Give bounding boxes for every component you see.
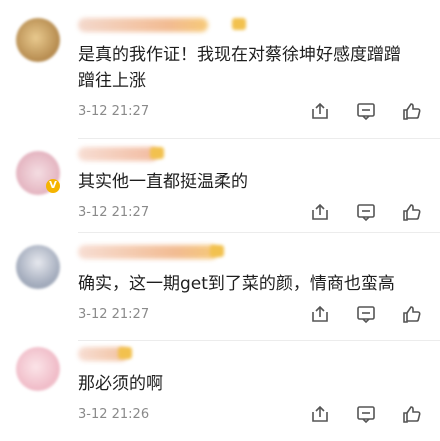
username-redacted[interactable] [78,147,158,161]
comment-actions [310,404,422,426]
comment-timestamp: 3-12 21:27 [78,205,150,220]
comment-text: 其实他一直都挺温柔的 [78,169,428,195]
share-icon[interactable] [310,404,330,424]
comment-text: 那必须的啊 [78,371,428,397]
avatar[interactable] [16,245,60,289]
username-redacted[interactable] [78,245,218,259]
thumbs-up-icon[interactable] [402,404,422,424]
comment-actions [310,202,422,224]
comment-text: 确实，这一期get到了菜的颜，情商也蛮高 [78,271,428,297]
comment-text: 是真的我作证！我现在对蔡徐坤好感度蹭蹭 蹭往上涨 [78,42,428,94]
username-redacted[interactable] [78,18,208,32]
comment-item-3: 确实，这一期get到了菜的颜，情商也蛮高 3-12 21:27 [0,233,440,340]
comment-text-line: 蹭往上涨 [78,71,146,91]
vip-badge [118,347,132,359]
comment-timestamp: 3-12 21:27 [78,307,150,322]
comment-icon[interactable] [356,404,376,424]
comment-icon[interactable] [356,304,376,324]
comment-item-4: 那必须的啊 3-12 21:26 [0,341,440,441]
share-icon[interactable] [310,202,330,222]
vip-badge [210,245,224,257]
comment-text-line: 是真的我作证！我现在对蔡徐坤好感度蹭蹭 [78,45,401,65]
comment-actions [310,101,422,123]
comment-icon[interactable] [356,202,376,222]
vip-badge [150,147,164,159]
comment-text-line: 那必须的啊 [78,374,163,394]
vip-badge [232,18,246,30]
thumbs-up-icon[interactable] [402,304,422,324]
comment-timestamp: 3-12 21:26 [78,407,150,422]
avatar[interactable] [16,347,60,391]
verified-badge-icon: V [46,179,60,193]
comment-item-1: 是真的我作证！我现在对蔡徐坤好感度蹭蹭 蹭往上涨 3-12 21:27 [0,0,440,138]
comment-text-line: 其实他一直都挺温柔的 [78,172,248,192]
comment-text-line: 确实，这一期get到了菜的颜，情商也蛮高 [78,274,395,294]
thumbs-up-icon[interactable] [402,101,422,121]
share-icon[interactable] [310,101,330,121]
share-icon[interactable] [310,304,330,324]
comment-actions [310,304,422,326]
comment-timestamp: 3-12 21:27 [78,104,150,119]
comment-item-2: V 其实他一直都挺温柔的 3-12 21:27 [0,139,440,232]
thumbs-up-icon[interactable] [402,202,422,222]
comment-icon[interactable] [356,101,376,121]
avatar[interactable] [16,18,60,62]
